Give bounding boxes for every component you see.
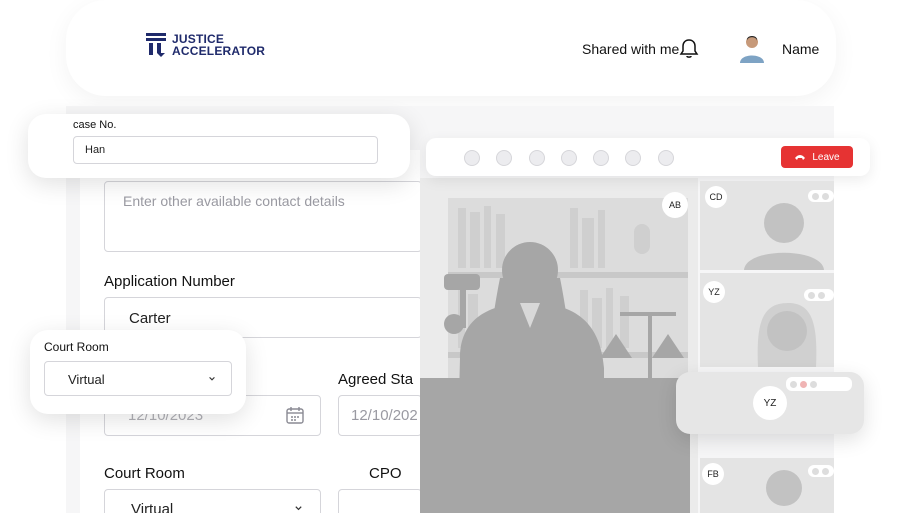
leave-label: Leave: [812, 151, 840, 163]
participant-badge: FB: [702, 463, 724, 485]
chevron-down-icon: [209, 377, 215, 381]
shared-with-me-link[interactable]: Shared with me: [582, 41, 679, 57]
self-view-controls[interactable]: [786, 377, 852, 391]
contact-details-placeholder: Enter other available contact details: [123, 193, 345, 209]
logo-line2: ACCELERATOR: [172, 44, 266, 58]
participant-controls[interactable]: [804, 289, 834, 301]
case-number-field[interactable]: [73, 136, 378, 164]
court-room-label: Court Room: [104, 465, 185, 482]
participant-badge: CD: [705, 186, 727, 208]
case-number-label: case No.: [73, 119, 117, 131]
chat-icon[interactable]: [561, 150, 577, 166]
case-number-value: Han: [85, 144, 106, 156]
logo-text: JUSTICE ACCELERATOR: [172, 33, 265, 57]
application-number-label: Application Number: [104, 273, 235, 290]
record-icon[interactable]: [529, 150, 545, 166]
chevron-down-icon: [295, 506, 302, 511]
court-room-card-value: Virtual: [68, 372, 105, 387]
cpo-field[interactable]: [338, 489, 422, 513]
participant-controls[interactable]: [808, 190, 834, 202]
leave-button[interactable]: Leave: [781, 146, 853, 168]
logo[interactable]: JUSTICE ACCELERATOR: [146, 33, 265, 57]
microphone-icon[interactable]: [496, 150, 512, 166]
grid-view-icon[interactable]: [625, 150, 641, 166]
calendar-icon[interactable]: [285, 405, 305, 425]
agreed-start-value: 12/10/202: [351, 407, 418, 424]
phone-hangup-icon: [795, 155, 806, 160]
avatar[interactable]: [738, 33, 766, 63]
judge-illustration: [420, 198, 690, 513]
bell-icon[interactable]: [678, 37, 700, 59]
camera-icon[interactable]: [464, 150, 480, 166]
participant-badge: YZ: [703, 281, 725, 303]
application-number-value: Carter: [129, 310, 171, 327]
participant-controls[interactable]: [808, 465, 834, 477]
cpo-label: CPO: [369, 465, 402, 482]
agreed-start-label: Agreed Sta: [338, 371, 414, 388]
participant-badge: AB: [662, 192, 688, 218]
court-room-card-label: Court Room: [44, 340, 109, 354]
court-room-value: Virtual: [131, 501, 174, 513]
more-options-icon[interactable]: [658, 150, 674, 166]
justice-logo-icon: [146, 33, 166, 57]
participants-icon[interactable]: [593, 150, 609, 166]
user-name[interactable]: Name: [782, 41, 819, 57]
self-view-badge: YZ: [753, 386, 787, 420]
screen: JUSTICE ACCELERATOR Shared with me Name …: [0, 0, 919, 513]
contact-details-field[interactable]: [104, 181, 422, 252]
